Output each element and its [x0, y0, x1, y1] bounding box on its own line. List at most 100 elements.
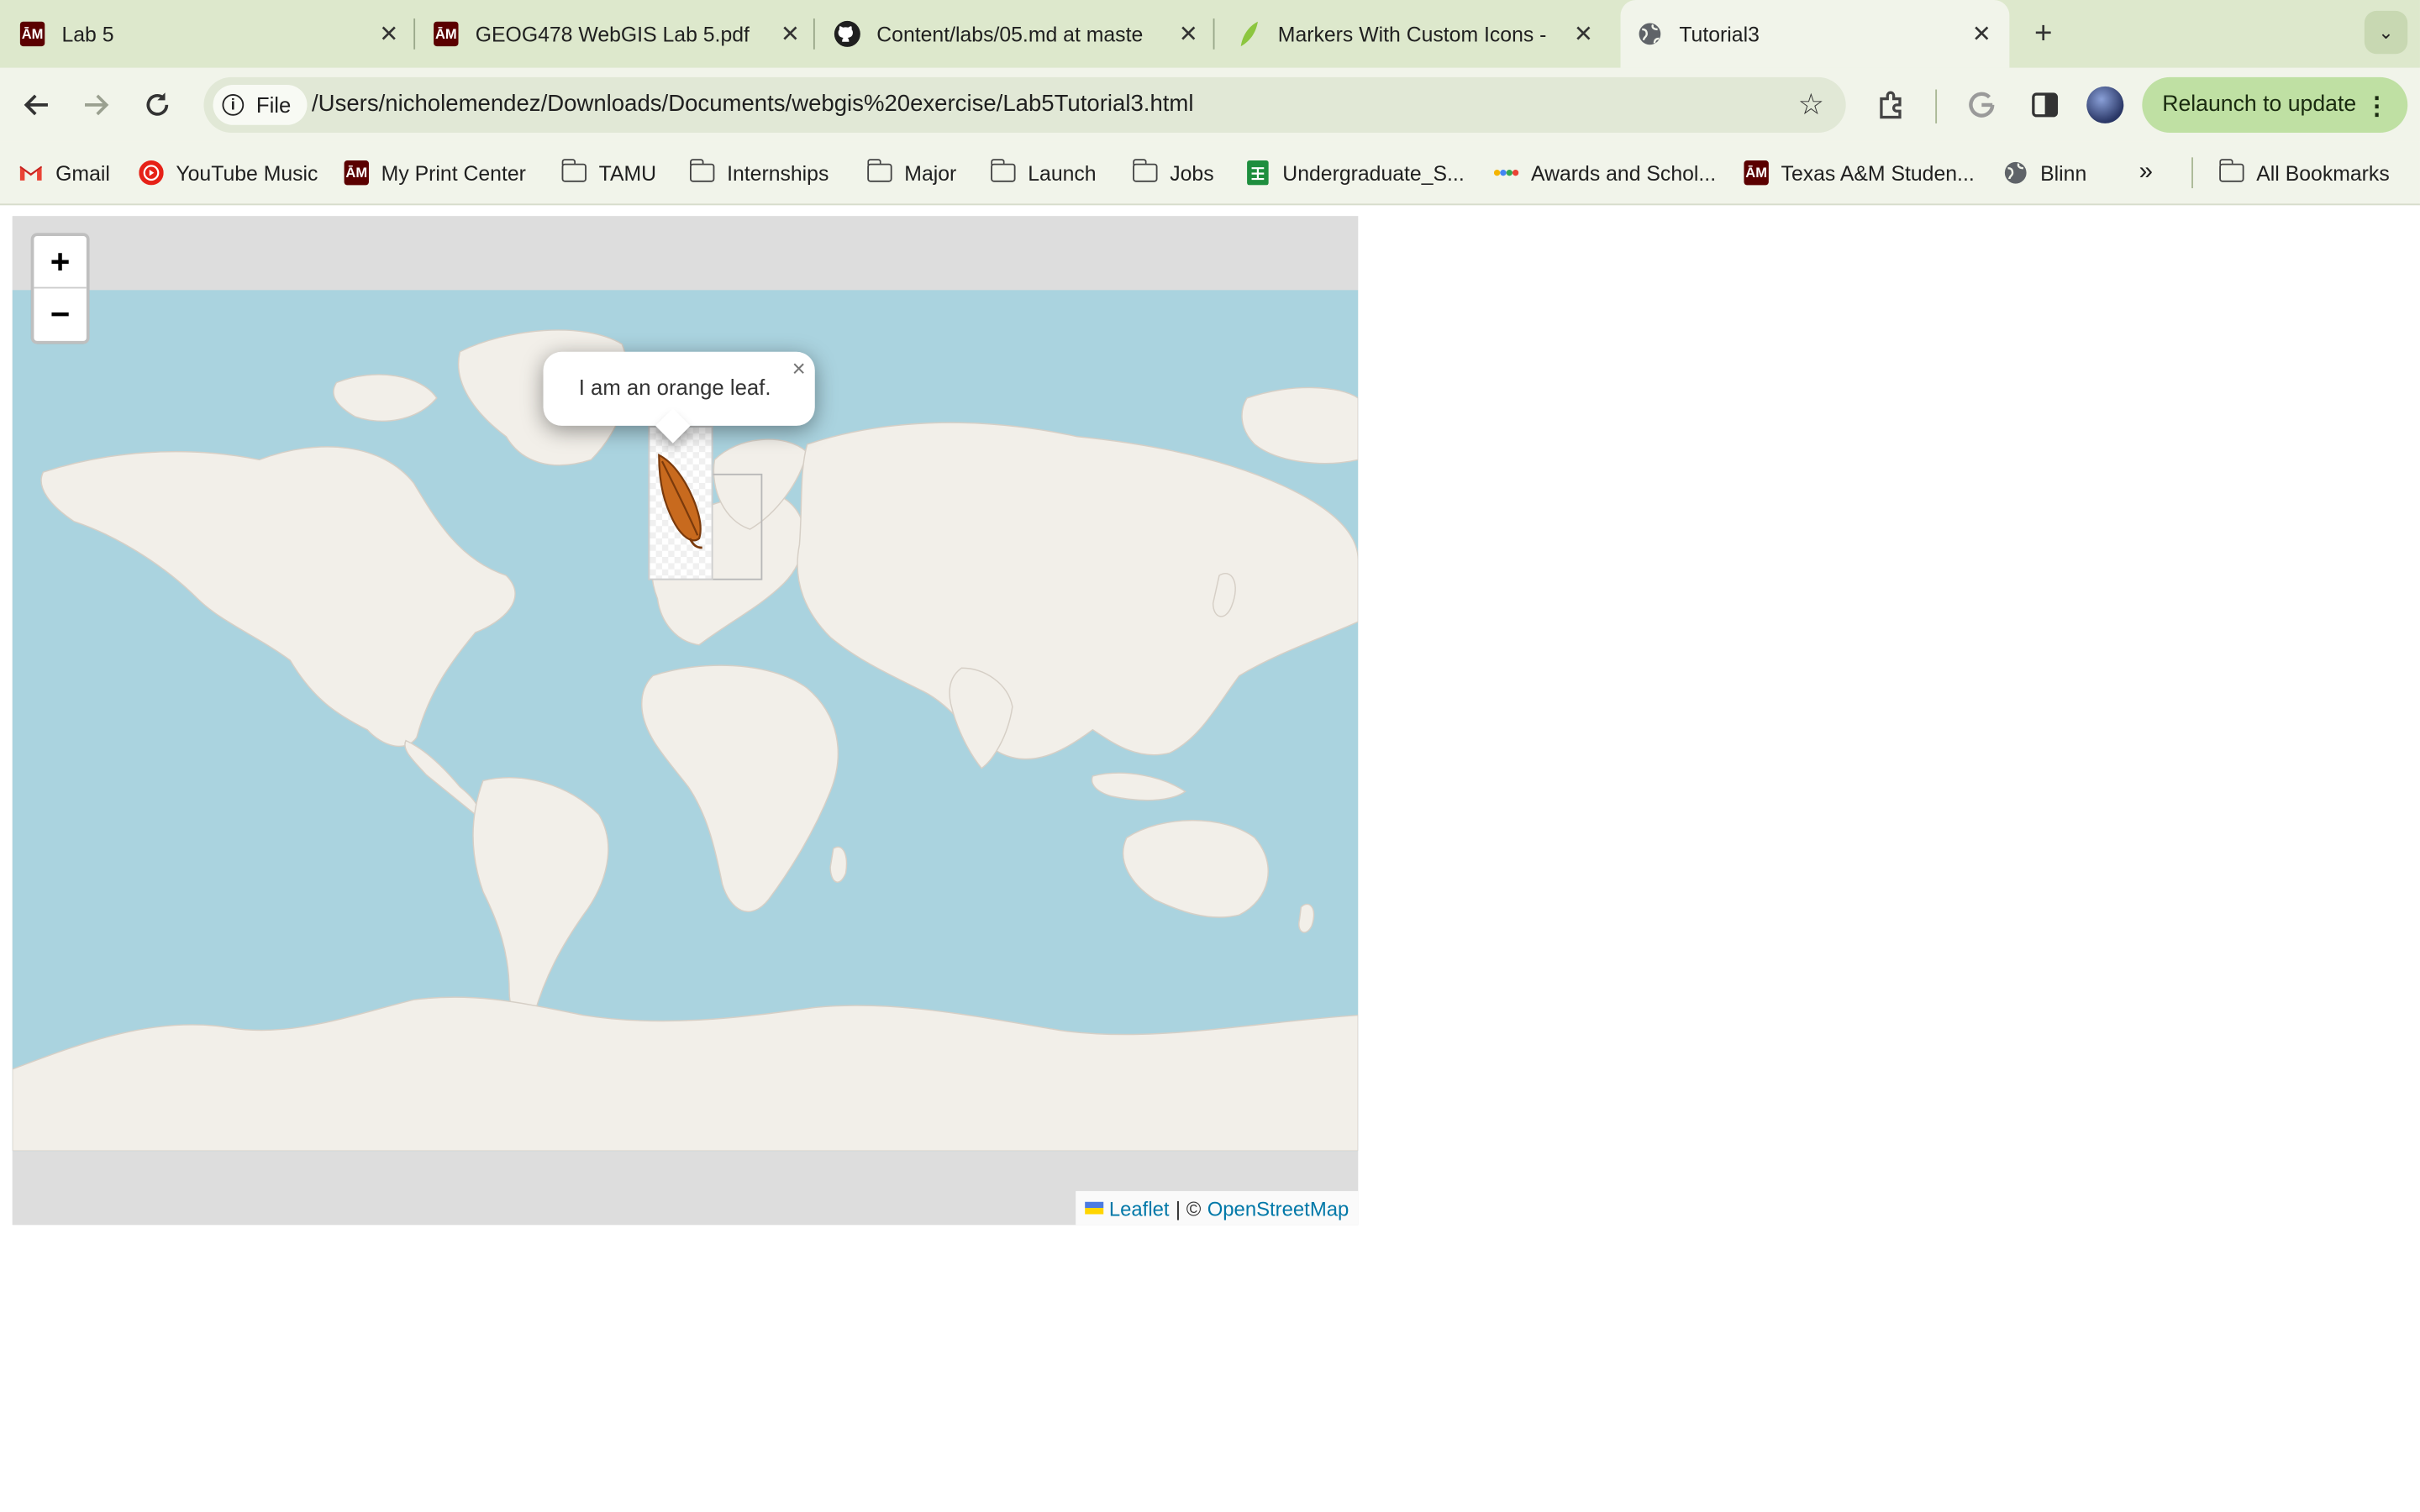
bookmark-folder-internships[interactable]: Internships [689, 157, 829, 188]
youtube-music-icon [139, 160, 164, 186]
tab-geog478[interactable]: ĀM GEOG478 WebGIS Lab 5.pdf ✕ [432, 0, 805, 68]
bookmark-label: Texas A&M Studen... [1781, 160, 1975, 185]
marker-popup: I am an orange leaf. × [543, 351, 815, 444]
bookmark-label: My Print Center [381, 160, 526, 185]
site-info-chip[interactable]: i File [213, 85, 307, 125]
globe-icon [1636, 20, 1664, 48]
bookmark-label: Undergraduate_S... [1282, 160, 1465, 185]
map-attribution: Leaflet | © OpenStreetMap [1075, 1190, 1359, 1226]
address-bar[interactable]: i File /Users/nicholemendez/Downloads/Do… [203, 76, 1846, 133]
tab-lab5[interactable]: ĀM Lab 5 ✕ [18, 0, 404, 68]
tab-title: Markers With Custom Icons - [1277, 22, 1547, 46]
sheets-icon [1245, 160, 1270, 186]
folder-icon [990, 159, 1016, 185]
profile-avatar[interactable] [2086, 86, 2124, 123]
leaflet-map[interactable]: + − I am an orange leaf. × Leaflet | © O… [12, 216, 1359, 1226]
tab-title: GEOG478 WebGIS Lab 5.pdf [475, 22, 750, 46]
back-button[interactable] [15, 83, 58, 126]
arrow-right-icon [85, 94, 109, 116]
more-bookmarks-chevron-icon[interactable]: » [2139, 157, 2153, 188]
zoom-in-button[interactable]: + [34, 236, 87, 289]
zoom-out-button[interactable]: − [34, 288, 86, 339]
tamu-icon: ĀM [432, 20, 460, 48]
close-icon[interactable]: ✕ [1568, 18, 1599, 50]
bookmark-label: Awards and Schol... [1531, 160, 1717, 185]
leaf-icon [1234, 20, 1262, 48]
info-icon: i [222, 94, 245, 116]
reload-button[interactable] [136, 83, 179, 126]
more-vert-icon: ⋮ [2364, 94, 2390, 121]
tab-github[interactable]: Content/labs/05.md at maste ✕ [834, 0, 1204, 68]
tamu-icon: ĀM [1744, 160, 1769, 186]
tab-separator [1213, 18, 1215, 50]
bookmark-label: Internships [727, 160, 829, 185]
bookmark-star-icon[interactable]: ☆ [1798, 88, 1824, 123]
bookmark-label: Launch [1028, 160, 1097, 185]
attribution-separator: | © [1175, 1196, 1202, 1220]
bookmark-youtube-music[interactable]: YouTube Music [139, 157, 318, 188]
awards-icon [1493, 160, 1519, 185]
bookmark-label: Jobs [1170, 160, 1214, 185]
extensions-icon[interactable] [1872, 87, 1909, 123]
url-text[interactable]: /Users/nicholemendez/Downloads/Documents… [312, 77, 1194, 133]
bookmark-undergraduate[interactable]: Undergraduate_S... [1245, 157, 1465, 188]
leaf-marker[interactable] [648, 425, 713, 580]
file-label: File [255, 92, 292, 118]
openstreetmap-link[interactable]: OpenStreetMap [1207, 1196, 1349, 1220]
folder-icon [560, 159, 587, 185]
new-tab-button[interactable]: + [2025, 15, 2062, 52]
bookmark-folder-tamu[interactable]: TAMU [560, 157, 657, 188]
side-panel-icon[interactable] [2027, 87, 2064, 123]
gmail-icon [18, 160, 43, 185]
toolbar-divider [1935, 89, 1938, 123]
bookmark-folder-jobs[interactable]: Jobs [1132, 157, 1214, 188]
toolbar: i File /Users/nicholemendez/Downloads/Do… [0, 67, 2420, 142]
tab-separator [413, 18, 416, 50]
tamu-icon: ĀM [18, 20, 46, 48]
close-icon[interactable]: ✕ [373, 18, 404, 50]
close-icon[interactable]: ✕ [1173, 18, 1204, 50]
popup-close-icon[interactable]: × [792, 356, 806, 382]
tab-title: Lab 5 [61, 22, 114, 46]
tab-search-button[interactable]: ⌄ [2364, 10, 2408, 55]
relaunch-label: Relaunch to update [2162, 92, 2357, 118]
tab-markers[interactable]: Markers With Custom Icons - ✕ [1234, 0, 1598, 68]
folder-icon [866, 159, 892, 185]
bookmark-label: All Bookmarks [2256, 160, 2390, 185]
folder-icon [2218, 159, 2244, 185]
bookmark-label: Gmail [55, 160, 110, 185]
tab-title: Tutorial3 [1679, 22, 1760, 46]
tamu-icon: ĀM [344, 160, 369, 186]
bookmark-label: Blinn [2040, 160, 2087, 185]
bookmark-gmail[interactable]: Gmail [18, 157, 110, 188]
bookmark-awards[interactable]: Awards and Schol... [1493, 157, 1717, 188]
bookmark-my-print-center[interactable]: ĀM My Print Center [344, 157, 526, 188]
folder-icon [1132, 159, 1158, 185]
forward-button[interactable] [74, 83, 117, 126]
zoom-control: + − [30, 233, 90, 344]
close-icon[interactable]: ✕ [1966, 18, 1997, 50]
arrow-left-icon [24, 94, 48, 116]
tab-separator [813, 18, 815, 50]
reload-icon [146, 92, 169, 116]
github-icon [834, 20, 861, 48]
bookmark-texas-am-student[interactable]: ĀM Texas A&M Studen... [1744, 157, 1975, 188]
bookmark-blinn[interactable]: Blinn [2003, 157, 2086, 188]
close-icon[interactable]: ✕ [775, 18, 806, 50]
bookmark-label: YouTube Music [176, 160, 318, 185]
bookmark-folder-launch[interactable]: Launch [990, 157, 1097, 188]
popup-text: I am an orange leaf. [578, 375, 771, 400]
tab-tutorial3[interactable]: Tutorial3 ✕ [1620, 0, 2010, 68]
chevron-down-icon: ⌄ [2378, 21, 2394, 44]
bookmark-all-bookmarks[interactable]: All Bookmarks [2218, 157, 2390, 188]
relaunch-button[interactable]: Relaunch to update ⋮ [2142, 76, 2408, 133]
tab-strip: ĀM Lab 5 ✕ ĀM GEOG478 WebGIS Lab 5.pdf ✕… [0, 0, 2420, 68]
tab-title: Content/labs/05.md at maste [876, 22, 1144, 46]
google-icon[interactable] [1963, 87, 2000, 123]
bookmark-label: Major [904, 160, 957, 185]
bookmarks-divider [2191, 157, 2193, 189]
folder-icon [689, 159, 715, 185]
leaflet-link[interactable]: Leaflet [1109, 1196, 1170, 1220]
bookmark-label: TAMU [598, 160, 657, 185]
bookmark-folder-major[interactable]: Major [866, 157, 957, 188]
